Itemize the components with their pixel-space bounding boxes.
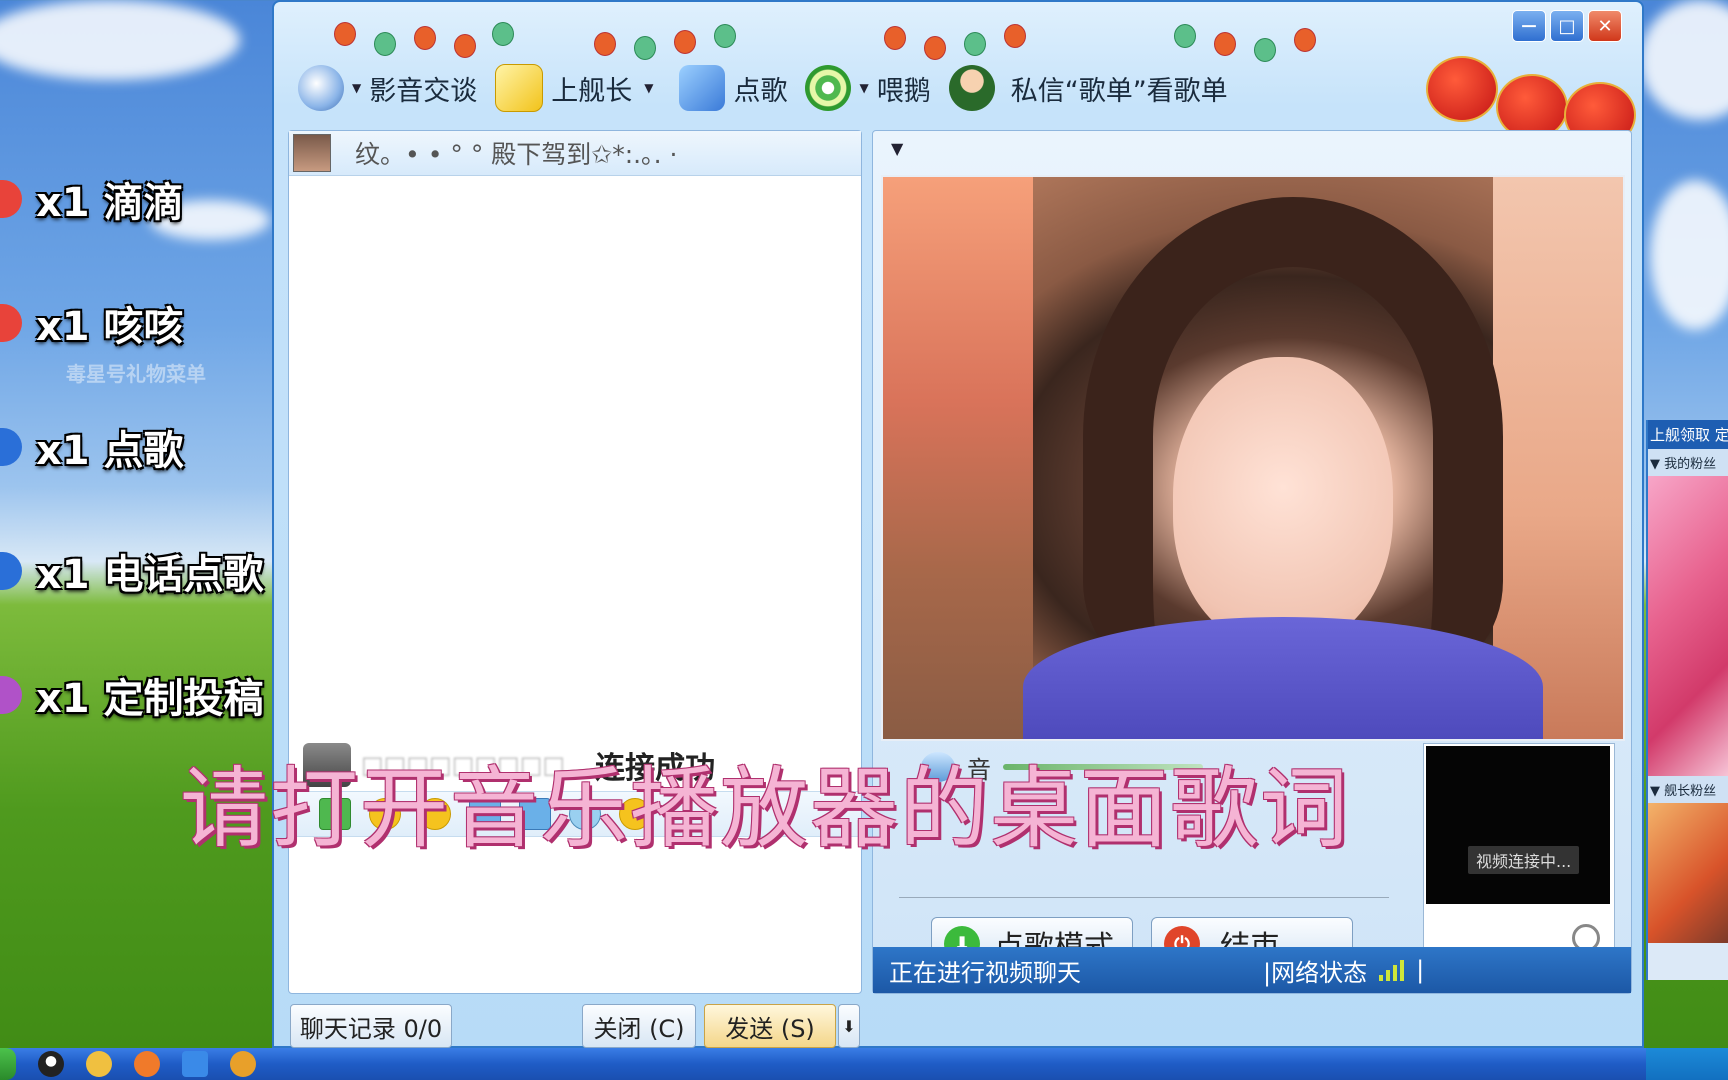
song-request-button[interactable]: 点歌: [679, 65, 787, 111]
dropdown-arrow-icon[interactable]: ▼: [644, 81, 653, 95]
gift-item-phone-song: x1 电话点歌: [0, 542, 264, 600]
private-message-label: 私信“歌单”看歌单: [1010, 75, 1228, 107]
gift-icon: [0, 180, 22, 218]
gift-label: x1 定制投稿: [36, 676, 264, 722]
desktop-cloud: [0, 0, 240, 80]
status-end: |: [1416, 956, 1425, 984]
side-window-section[interactable]: ▼ 我的粉丝: [1648, 449, 1728, 476]
gift-icon: [0, 676, 22, 714]
gift-label: x1 滴滴: [36, 180, 184, 226]
close-button[interactable]: ✕: [1588, 10, 1622, 42]
video-status-text: 正在进行视频聊天: [889, 958, 1081, 987]
title-bar[interactable]: － □ ✕: [274, 2, 1642, 62]
side-window-image: [1648, 476, 1728, 776]
video-chat-button[interactable]: ▼ 影音交谈: [298, 65, 477, 111]
gift-item-kaka: x1 咳咳: [0, 294, 184, 352]
start-button[interactable]: [0, 1048, 16, 1080]
renren-icon[interactable]: [182, 1051, 208, 1077]
song-request-icon: [679, 65, 726, 111]
toolbar: ▼ 影音交谈 上舰长 ▼ 点歌 ▼ 喂鹅 私信“歌单”看歌单: [298, 58, 1246, 118]
signal-strength-icon: [1379, 959, 1405, 981]
video-person: [1173, 357, 1393, 647]
local-video-screen: 视频连接中...: [1426, 746, 1610, 904]
chat-nickname: 纹。• • ° ° 殿下驾到✩*:.｡. ·: [355, 140, 678, 169]
status-bar: 正在进行视频聊天 |网络状态 |: [873, 947, 1631, 993]
lantern-decoration: [324, 10, 524, 58]
minimize-button[interactable]: －: [1512, 10, 1546, 42]
video-connecting-status: 视频连接中...: [1468, 846, 1580, 874]
chat-history-button[interactable]: 聊天记录 0/0: [290, 1004, 452, 1048]
lantern-decoration: [584, 10, 784, 60]
gift-icon: [0, 428, 22, 466]
qq-penguin-icon[interactable]: [38, 1051, 64, 1077]
dropdown-arrow-icon[interactable]: ▼: [352, 81, 361, 95]
feed-goose-label: 喂鹅: [876, 75, 931, 107]
send-button[interactable]: 发送 (S): [704, 1004, 836, 1048]
browser-icon[interactable]: [134, 1051, 160, 1077]
song-request-label: 点歌: [733, 75, 788, 107]
chat-icon[interactable]: [86, 1051, 112, 1077]
divider: [899, 897, 1389, 898]
video-chat-label: 影音交谈: [369, 75, 478, 107]
side-window-section[interactable]: ▼ 舰长粉丝: [1648, 776, 1728, 803]
chat-header: 纹。• • ° ° 殿下驾到✩*:.｡. ·: [289, 131, 861, 176]
lantern-decoration: [874, 10, 1074, 60]
gift-icon: [0, 304, 22, 342]
watermark: 毒星号礼物菜单: [66, 362, 206, 386]
gift-icon: [0, 552, 22, 590]
gift-item-didi: x1 滴滴: [0, 170, 184, 228]
system-tray[interactable]: [1646, 1048, 1728, 1080]
send-options-button[interactable]: ⬇: [838, 1004, 860, 1048]
video-background: [883, 177, 1033, 739]
taskbar: [0, 1048, 1728, 1080]
background-window[interactable]: 上舰领取 定 ▼ 我的粉丝 ▼ 舰长粉丝: [1646, 420, 1728, 980]
window-controls: － □ ✕: [1512, 10, 1622, 42]
webcam-icon: [298, 65, 344, 111]
desktop-cloud: [1650, 180, 1728, 330]
video-dropdown[interactable]: ▼: [891, 139, 903, 158]
captain-label: 上舰长: [551, 75, 633, 107]
remote-video: [881, 175, 1625, 741]
close-chat-button[interactable]: 关闭 (C): [582, 1004, 696, 1048]
tiger-icon[interactable]: [230, 1051, 256, 1077]
lantern-decoration: [1164, 10, 1364, 62]
chat-window: － □ ✕ ▼ 影音交谈 上舰长 ▼ 点歌 ▼ 喂鹅 私信“歌单”看歌单 纹。•…: [272, 0, 1644, 1048]
gift-label: x1 咳咳: [36, 304, 184, 350]
captain-icon: [495, 64, 544, 112]
user-icon: [948, 65, 995, 111]
gift-item-song: x1 点歌: [0, 418, 184, 476]
chat-message-area[interactable]: [289, 177, 861, 737]
gift-item-custom-post: x1 定制投稿: [0, 666, 264, 724]
local-video: 视频连接中...: [1423, 743, 1615, 959]
network-status-label: |网络状态: [1263, 958, 1368, 987]
lyrics-subtitle: 请打开音乐播放器的桌面歌词: [180, 757, 1351, 860]
private-message-button[interactable]: 私信“歌单”看歌单: [948, 65, 1228, 111]
restore-button[interactable]: □: [1550, 10, 1584, 42]
side-window-title: 上舰领取 定: [1648, 420, 1728, 449]
feed-goose-button[interactable]: ▼ 喂鹅: [805, 65, 931, 111]
dropdown-arrow-icon[interactable]: ▼: [859, 81, 868, 95]
captain-button[interactable]: 上舰长 ▼: [495, 64, 661, 112]
avatar[interactable]: [293, 134, 331, 172]
desktop-cloud: [1640, 0, 1728, 120]
gift-label: x1 点歌: [36, 428, 184, 474]
gift-label: x1 电话点歌: [36, 552, 264, 598]
side-window-image: [1648, 803, 1728, 943]
target-icon: [805, 65, 852, 111]
